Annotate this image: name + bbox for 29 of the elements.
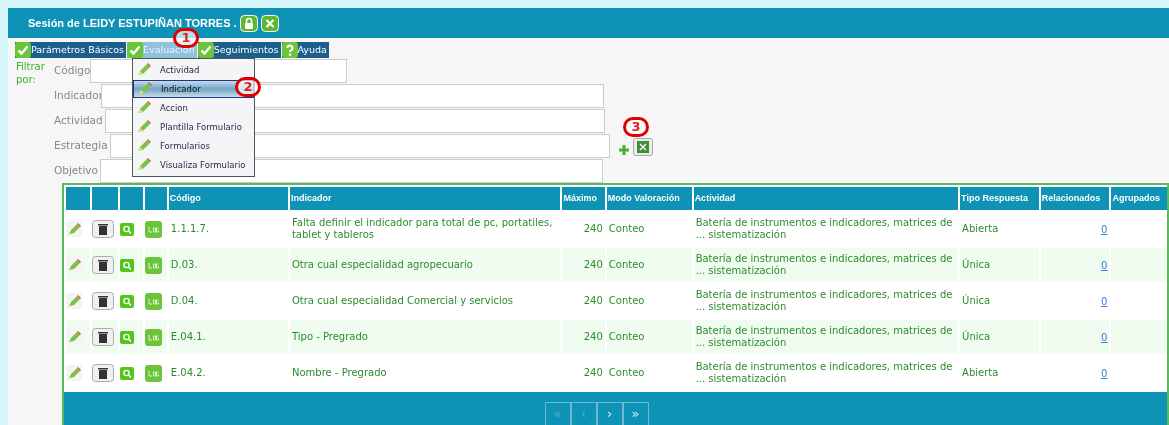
table-cell: Única — [960, 320, 1039, 354]
filter-label: Filtrar por: — [15, 60, 46, 87]
table-cell: Tipo - Pregrado — [289, 320, 561, 354]
table-cell: Única — [960, 248, 1039, 282]
column-header: Indicador — [289, 187, 561, 210]
field-label: Actividad — [54, 112, 103, 128]
column-header: Agrupados — [1111, 187, 1167, 210]
table-cell: E.04.1. — [168, 320, 288, 354]
field-label: Indicador — [54, 87, 103, 103]
column-header: Actividad — [693, 187, 959, 210]
table-cell: Batería de instrumentos e indicadores, matrices de ... sistematización — [693, 320, 959, 354]
table-cell: Otra cual especialidad agropecuario — [289, 248, 561, 282]
annotation-marker: 1 — [173, 28, 199, 48]
column-header: Código — [168, 187, 288, 210]
field-label: Estrategia — [54, 137, 108, 153]
column-header: Tipo Respuesta — [960, 187, 1039, 210]
column-header: Máximo — [562, 187, 605, 210]
session-title: Sesión de LEIDY ESTUPIÑAN TORRES . — [28, 15, 237, 31]
table-cell: Conteo — [606, 248, 692, 282]
table-cell: 240 — [562, 248, 605, 282]
field-label: Objetivo — [54, 162, 98, 178]
field-label: Código — [54, 62, 91, 78]
table-cell: 240 — [562, 320, 605, 354]
table-cell: D.03. — [168, 248, 288, 282]
annotation-marker: 3 — [623, 117, 649, 137]
column-header: Relacionados — [1040, 187, 1110, 210]
table-cell: Batería de instrumentos e indicadores, matrices de ... sistematización — [693, 248, 959, 282]
column-header: Modo Valoración — [606, 187, 692, 210]
table-cell: Conteo — [606, 320, 692, 354]
